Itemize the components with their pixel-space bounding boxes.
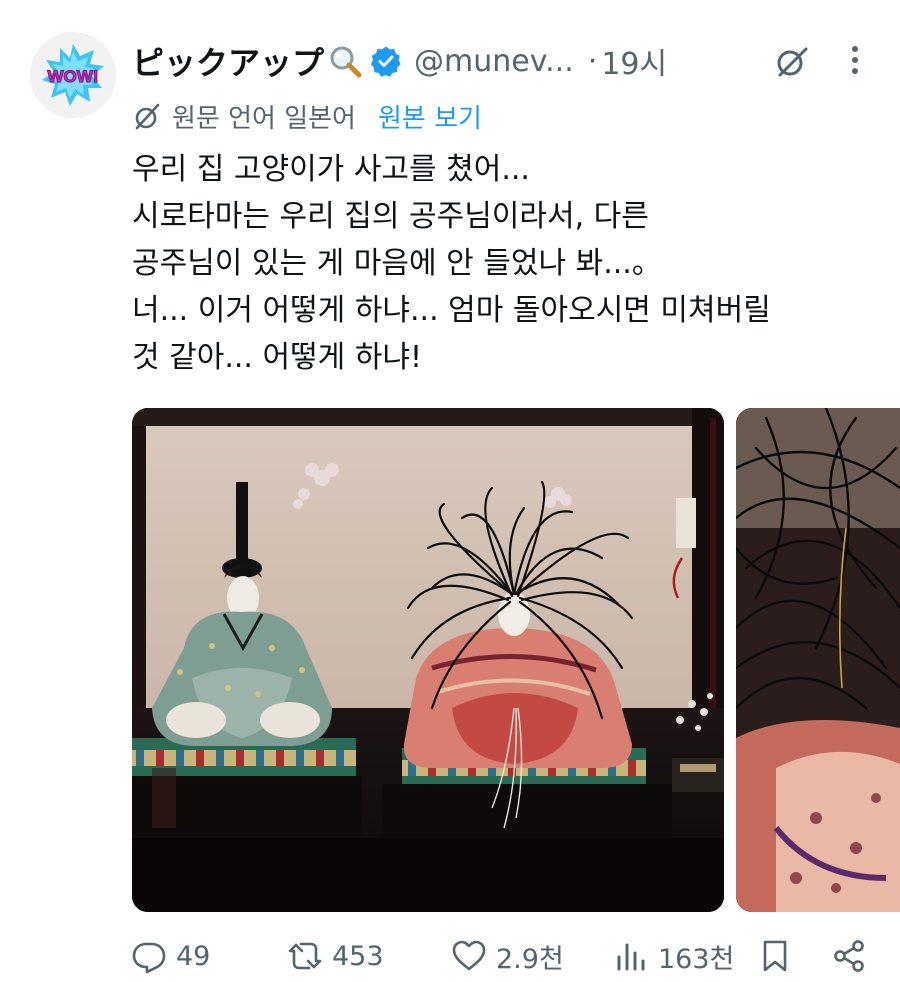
share-icon (834, 940, 864, 972)
tweet-text-line: 공주님이 있는 게 마음에 안 들었나 봐...。 (132, 246, 662, 281)
like-button[interactable]: 2.9천 (452, 930, 564, 982)
display-name[interactable]: ピックアップ (132, 38, 324, 84)
timestamp[interactable]: 19시 (601, 39, 667, 83)
views-icon (617, 943, 645, 971)
avatar[interactable]: WOW! (30, 32, 116, 118)
tweet-text-line: 것 같아... 어떻게 하냐! (132, 340, 423, 375)
verified-badge-icon (370, 45, 402, 77)
bookmark-button[interactable] (758, 930, 792, 982)
hina-dolls-photo (132, 408, 724, 912)
translate-icon (132, 101, 162, 131)
retweet-button[interactable]: 453 (288, 930, 384, 982)
separator-dot: · (587, 43, 598, 79)
media-photo-2[interactable] (736, 408, 900, 912)
like-count: 2.9천 (496, 943, 564, 975)
reply-button[interactable]: 49 (132, 930, 210, 982)
handle[interactable]: @munev... (414, 44, 574, 79)
translation-label: 원문 언어 일본어 (172, 103, 356, 134)
show-original-link[interactable]: 원본 보기 (378, 98, 482, 135)
retweet-count: 453 (332, 940, 384, 972)
heart-icon (452, 940, 486, 971)
reply-count: 49 (176, 940, 211, 972)
retweet-icon (288, 942, 322, 970)
tweet-text-line: 우리 집 고양이가 사고를 쳤어... (132, 152, 530, 187)
more-icon[interactable] (842, 42, 868, 78)
tweet-text-line: 시로타마는 우리 집의 공주님이라서, 다른 (132, 199, 649, 234)
wow-logo: WOW! (30, 32, 116, 118)
tweet-header: ピックアップ @munev... · 19시 (132, 36, 877, 86)
views-button[interactable]: 163천 (614, 930, 734, 982)
grok-icon[interactable] (775, 44, 809, 78)
translation-row: 원문 언어 일본어 원본 보기 (132, 96, 482, 136)
share-button[interactable] (832, 930, 866, 982)
reply-icon (132, 942, 166, 973)
bookmark-icon (763, 940, 787, 972)
doll-closeup-photo (736, 408, 900, 912)
action-bar: 49 453 2.9천 163천 (132, 930, 872, 982)
tweet[interactable]: WOW! ピックアップ @munev... · 19시 원문 언어 일본어 원본… (0, 0, 900, 982)
views-count: 163천 (658, 943, 735, 975)
magnifier-emoji-icon (328, 44, 362, 78)
media-photo-1[interactable] (132, 408, 724, 912)
tweet-text: 우리 집 고양이가 사고를 쳤어... 시로타마는 우리 집의 공주님이라서, … (132, 146, 882, 381)
tweet-text-line: 너... 이거 어떻게 하냐... 엄마 돌아오시면 미쳐버릴 (132, 293, 771, 328)
avatar-wow-text: WOW! (48, 67, 99, 86)
